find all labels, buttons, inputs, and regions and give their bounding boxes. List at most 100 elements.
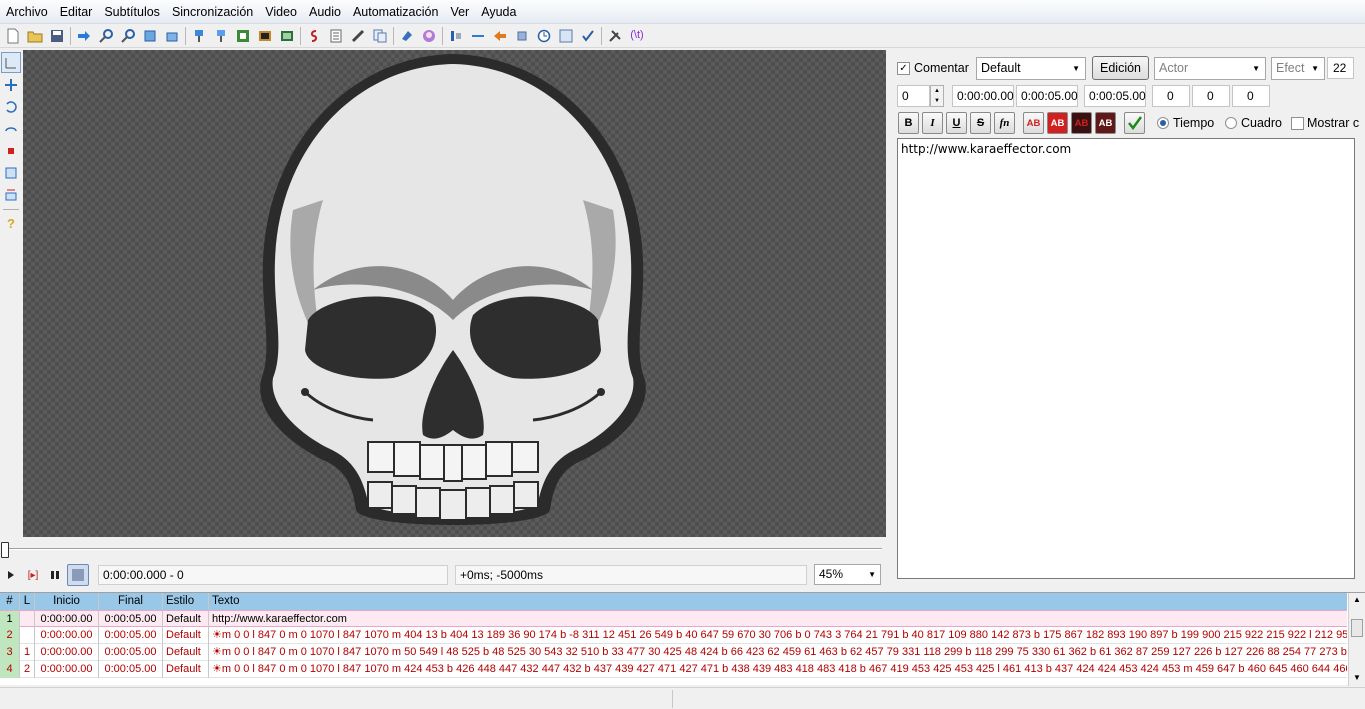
menu-sincronizacion[interactable]: Sincronización xyxy=(166,0,259,24)
check-icon[interactable] xyxy=(577,25,599,47)
spin-up-icon[interactable]: ▲ xyxy=(934,88,940,94)
clip-rect-tool-icon[interactable] xyxy=(1,162,21,183)
frame-radio-label: Cuadro xyxy=(1241,116,1282,130)
margin-vertical-field[interactable]: 0 xyxy=(1232,85,1270,107)
start-time-field[interactable]: 0:00:00.00 xyxy=(952,85,1014,107)
spellcheck-icon[interactable] xyxy=(347,25,369,47)
style-select[interactable]: Default ▼ xyxy=(976,57,1086,80)
shadow-color-button[interactable]: AB xyxy=(1095,112,1116,134)
table-row[interactable]: 4 2 0:00:00.00 0:00:05.00 Default ☀m 0 0… xyxy=(0,661,1347,678)
layer-spinner[interactable]: ▲ ▼ xyxy=(930,85,944,107)
new-file-icon[interactable] xyxy=(2,25,24,47)
translation-icon[interactable] xyxy=(396,25,418,47)
drag-tool-icon[interactable] xyxy=(1,74,21,95)
header-number[interactable]: # xyxy=(0,593,20,610)
scroll-thumb[interactable] xyxy=(1351,619,1363,637)
row-style: Default xyxy=(163,644,209,661)
rotate-xy-tool-icon[interactable] xyxy=(1,118,21,139)
menu-audio[interactable]: Audio xyxy=(303,0,347,24)
jump-icon[interactable] xyxy=(73,25,95,47)
options-icon[interactable] xyxy=(604,25,626,47)
header-style[interactable]: Estilo xyxy=(163,593,209,610)
duration-field[interactable]: 0:00:05.00 xyxy=(1084,85,1146,107)
strikeout-button[interactable]: S xyxy=(970,112,991,134)
effect-select[interactable]: Efect ▼ xyxy=(1271,57,1325,80)
video-seek-slider[interactable] xyxy=(0,540,886,560)
zoom-select[interactable]: 45% ▼ xyxy=(814,564,881,585)
outline-color-button[interactable]: AB xyxy=(1071,112,1092,134)
menu-subtitulos[interactable]: Subtítulos xyxy=(98,0,166,24)
clock-icon[interactable] xyxy=(533,25,555,47)
char-count-field: 22 xyxy=(1327,57,1354,79)
fonts-icon[interactable] xyxy=(254,25,276,47)
menu-ver[interactable]: Ver xyxy=(444,0,475,24)
attachments-icon[interactable] xyxy=(232,25,254,47)
grid-scrollbar[interactable]: ▲ ▼ xyxy=(1348,593,1365,686)
styles-icon[interactable] xyxy=(210,25,232,47)
menu-ayuda[interactable]: Ayuda xyxy=(475,0,522,24)
menu-archivo[interactable]: Archivo xyxy=(0,0,54,24)
header-text[interactable]: Texto xyxy=(209,593,1347,610)
scale-tool-icon[interactable] xyxy=(1,140,21,161)
play-icon[interactable] xyxy=(0,564,22,586)
shift-times-icon[interactable] xyxy=(445,25,467,47)
edit-style-button[interactable]: Edición xyxy=(1092,56,1149,80)
row-end: 0:00:05.00 xyxy=(99,627,163,644)
layer-field[interactable]: 0 xyxy=(897,85,930,107)
scroll-up-icon[interactable]: ▲ xyxy=(1353,595,1361,604)
kanji-timer-icon[interactable] xyxy=(418,25,440,47)
crosshair-tool-icon[interactable] xyxy=(1,52,21,73)
seek-thumb[interactable] xyxy=(1,542,9,558)
font-button[interactable]: fn xyxy=(994,112,1015,134)
autoscroll-icon[interactable] xyxy=(67,564,89,586)
actor-select[interactable]: Actor ▼ xyxy=(1154,57,1266,80)
rotate-z-tool-icon[interactable] xyxy=(1,96,21,117)
open-video-icon[interactable] xyxy=(139,25,161,47)
resolution-icon[interactable] xyxy=(276,25,298,47)
open-folder-icon[interactable] xyxy=(24,25,46,47)
secondary-color-button[interactable]: AB xyxy=(1047,112,1068,134)
table-row[interactable]: 2 0:00:00.00 0:00:05.00 Default ☀m 0 0 l… xyxy=(0,627,1347,644)
bold-button[interactable]: B xyxy=(898,112,919,134)
open-audio-icon[interactable] xyxy=(161,25,183,47)
select-lines-icon[interactable] xyxy=(511,25,533,47)
margin-left-field[interactable]: 0 xyxy=(1152,85,1190,107)
menu-automatizacion[interactable]: Automatización xyxy=(347,0,444,24)
menu-video[interactable]: Video xyxy=(259,0,303,24)
italic-button[interactable]: I xyxy=(922,112,943,134)
header-end[interactable]: Final xyxy=(99,593,163,610)
save-icon[interactable] xyxy=(46,25,68,47)
table-row[interactable]: 3 1 0:00:00.00 0:00:05.00 Default ☀m 0 0… xyxy=(0,644,1347,661)
end-time-field[interactable]: 0:00:05.00 xyxy=(1016,85,1078,107)
scroll-down-icon[interactable]: ▼ xyxy=(1353,673,1361,682)
find-icon[interactable] xyxy=(369,25,391,47)
zoom-out-icon[interactable] xyxy=(117,25,139,47)
play-line-icon[interactable]: [▸] xyxy=(22,564,44,586)
pause-icon[interactable] xyxy=(44,564,66,586)
primary-color-button[interactable]: AB xyxy=(1023,112,1044,134)
snap-icon[interactable] xyxy=(467,25,489,47)
properties-icon[interactable] xyxy=(325,25,347,47)
header-start[interactable]: Inicio xyxy=(35,593,99,610)
underline-button[interactable]: U xyxy=(946,112,967,134)
subtitle-text-editor[interactable]: http://www.karaeffector.com xyxy=(897,138,1355,579)
timing-post-processor-icon[interactable] xyxy=(489,25,511,47)
margin-right-field[interactable]: 0 xyxy=(1192,85,1230,107)
zoom-in-icon[interactable] xyxy=(95,25,117,47)
help-tool-icon[interactable]: ? xyxy=(1,213,21,234)
automation-icon[interactable]: (\t) xyxy=(626,25,648,47)
karaoke-icon[interactable] xyxy=(303,25,325,47)
comment-checkbox[interactable]: ✓ xyxy=(897,62,910,75)
style-manager-icon[interactable] xyxy=(188,25,210,47)
menu-editar[interactable]: Editar xyxy=(54,0,99,24)
spin-down-icon[interactable]: ▼ xyxy=(934,98,940,104)
header-layer[interactable]: L xyxy=(20,593,35,610)
frame-radio[interactable] xyxy=(1225,117,1237,129)
commit-button[interactable] xyxy=(1124,112,1145,134)
resample-icon[interactable] xyxy=(555,25,577,47)
time-radio[interactable] xyxy=(1157,117,1169,129)
vector-clip-tool-icon[interactable] xyxy=(1,184,21,205)
table-row[interactable]: 1 0:00:00.00 0:00:05.00 Default http://w… xyxy=(0,610,1347,628)
video-display[interactable] xyxy=(23,50,886,537)
show-original-checkbox[interactable] xyxy=(1291,117,1304,130)
